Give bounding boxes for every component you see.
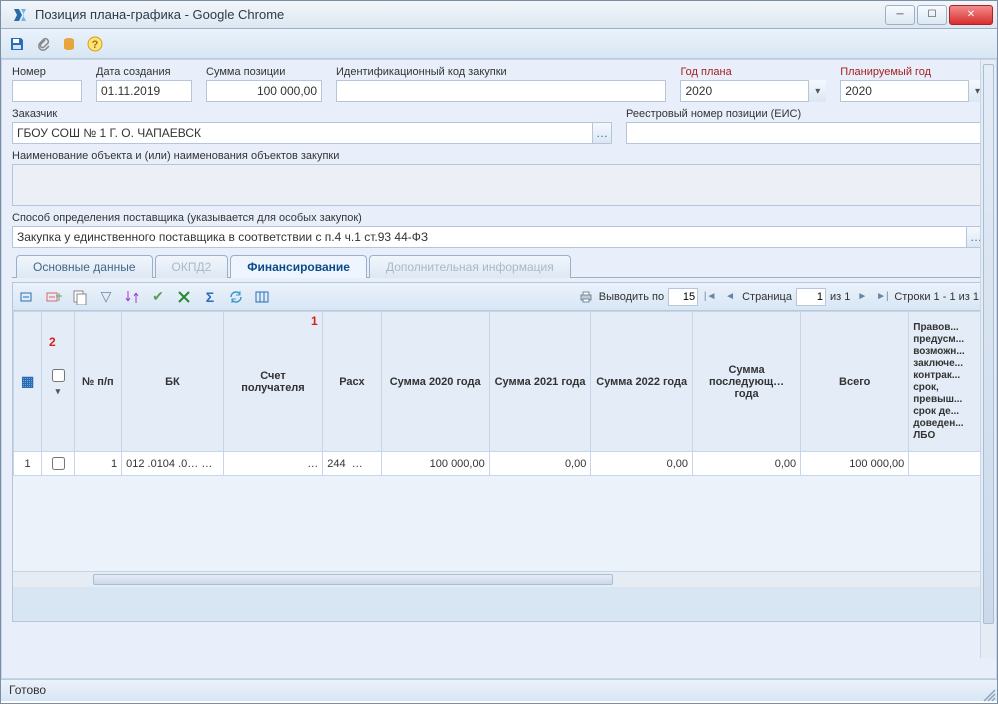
financing-table: ▦ ▾ № п/п БК Счет получателя Расх Сумма … — [13, 311, 985, 476]
help-icon[interactable]: ? — [85, 34, 105, 54]
date-input — [96, 80, 192, 102]
status-text: Готово — [9, 683, 46, 697]
db-icon[interactable] — [59, 34, 79, 54]
col-sum2022[interactable]: Сумма 2022 года — [591, 312, 693, 452]
columns-icon[interactable] — [253, 288, 271, 306]
horizontal-scrollbar[interactable] — [13, 571, 985, 587]
label-sum: Сумма позиции — [206, 66, 322, 78]
label-year: Год плана — [680, 66, 826, 78]
add-row-icon[interactable] — [19, 288, 37, 306]
annotation-1: 1 — [311, 314, 318, 328]
page-first-icon[interactable]: |◄ — [702, 289, 718, 305]
cell-snext[interactable]: 0,00 — [693, 452, 801, 476]
status-bar: Готово — [1, 679, 997, 701]
sort-icon[interactable] — [123, 288, 141, 306]
delete-row-icon[interactable] — [45, 288, 63, 306]
main-toolbar: ? — [1, 29, 997, 59]
print-icon[interactable] — [577, 288, 595, 306]
label-date: Дата создания — [96, 66, 192, 78]
col-sum2020[interactable]: Сумма 2020 года — [381, 312, 489, 452]
label-planyear: Планируемый год — [840, 66, 986, 78]
cell-idx: 1 — [14, 452, 42, 476]
cell-lbo[interactable] — [909, 452, 985, 476]
window-titlebar: Позиция плана-графика - Google Chrome ─ … — [1, 1, 997, 29]
page-last-icon[interactable]: ►| — [874, 289, 890, 305]
regnum-input — [626, 122, 986, 144]
col-sumnext[interactable]: Сумма последующ… года — [693, 312, 801, 452]
col-selector[interactable]: ▦ — [14, 312, 42, 452]
cell-s2022[interactable]: 0,00 — [591, 452, 693, 476]
rows-range-label: Строки 1 - 1 из 1 — [894, 291, 979, 303]
content-area: Номер Дата создания Сумма позиции Иденти… — [1, 59, 997, 679]
tab-okpd2[interactable]: ОКПД2 — [155, 255, 229, 278]
refresh-icon[interactable] — [227, 288, 245, 306]
col-rash[interactable]: Расх — [323, 312, 381, 452]
table-row[interactable]: 1 1 012 .0104 .0… … … 244 … 100 000,00 0… — [14, 452, 985, 476]
sigma-icon[interactable]: Σ — [201, 288, 219, 306]
output-count-input[interactable] — [668, 288, 698, 306]
page-label: Страница — [742, 291, 792, 303]
page-of-label: из 1 — [830, 291, 850, 303]
export-icon[interactable] — [175, 288, 193, 306]
page-prev-icon[interactable]: ◄ — [722, 289, 738, 305]
year-select[interactable] — [680, 80, 826, 102]
label-iku: Идентификационный код закупки — [336, 66, 666, 78]
page-input[interactable] — [796, 288, 826, 306]
label-regnum: Реестровый номер позиции (ЕИС) — [626, 108, 986, 120]
window-title: Позиция плана-графика - Google Chrome — [35, 7, 885, 22]
annotation-2: 2 — [49, 335, 56, 349]
cell-acct[interactable]: … — [223, 452, 322, 476]
tabs-bar: Основные данные ОКПД2 Финансирование Доп… — [12, 254, 986, 278]
minimize-button[interactable]: ─ — [885, 5, 915, 25]
resize-grip[interactable] — [982, 688, 996, 702]
label-customer: Заказчик — [12, 108, 612, 120]
save-icon[interactable] — [7, 34, 27, 54]
col-account[interactable]: Счет получателя — [223, 312, 322, 452]
cell-npp: 1 — [74, 452, 122, 476]
col-npp[interactable]: № п/п — [74, 312, 122, 452]
label-method: Способ определения поставщика (указывает… — [12, 212, 986, 224]
ellipsis-button[interactable]: … — [592, 122, 612, 144]
row-checkbox[interactable] — [52, 457, 65, 470]
scrollbar-thumb[interactable] — [983, 64, 994, 624]
method-input[interactable] — [12, 226, 967, 248]
col-bk[interactable]: БК — [122, 312, 224, 452]
maximize-button[interactable]: ☐ — [917, 5, 947, 25]
col-lbo[interactable]: Правов... предусм... возможн... заключе.… — [909, 312, 985, 452]
copy-icon[interactable] — [71, 288, 89, 306]
tab-additional[interactable]: Дополнительная информация — [369, 255, 571, 278]
grid-icon: ▦ — [21, 373, 34, 389]
cell-s2020[interactable]: 100 000,00 — [381, 452, 489, 476]
tab-financing[interactable]: Финансирование — [230, 255, 367, 278]
select-all-checkbox[interactable] — [52, 369, 65, 382]
customer-input — [12, 122, 593, 144]
output-label: Выводить по — [599, 291, 664, 303]
label-object: Наименование объекта и (или) наименовани… — [12, 150, 986, 162]
grid-section: 1 2 ▽ ✔ — [12, 282, 986, 622]
scrollbar-thumb[interactable] — [93, 574, 613, 585]
attach-icon[interactable] — [33, 34, 53, 54]
sum-input — [206, 80, 322, 102]
vertical-scrollbar[interactable] — [980, 60, 996, 658]
cell-bk[interactable]: 012 .0104 .0… … — [122, 452, 224, 476]
label-number: Номер — [12, 66, 82, 78]
object-textarea — [12, 164, 986, 206]
cell-s2021[interactable]: 0,00 — [489, 452, 591, 476]
page-next-icon[interactable]: ► — [854, 289, 870, 305]
cell-total: 100 000,00 — [801, 452, 909, 476]
svg-text:?: ? — [92, 39, 99, 51]
chevron-down-icon[interactable]: ▾ — [808, 80, 826, 102]
col-total[interactable]: Всего — [801, 312, 909, 452]
filter-icon[interactable]: ▽ — [97, 288, 115, 306]
settings-icon[interactable]: ✔ — [149, 288, 167, 306]
col-sum2021[interactable]: Сумма 2021 года — [489, 312, 591, 452]
cell-rash[interactable]: 244 … — [323, 452, 381, 476]
close-button[interactable]: ✕ — [949, 5, 993, 25]
number-input — [12, 80, 82, 102]
iku-input — [336, 80, 666, 102]
tab-main-data[interactable]: Основные данные — [16, 255, 153, 278]
planyear-select[interactable] — [840, 80, 986, 102]
col-checkbox[interactable]: ▾ — [42, 312, 74, 452]
app-icon — [11, 6, 29, 24]
